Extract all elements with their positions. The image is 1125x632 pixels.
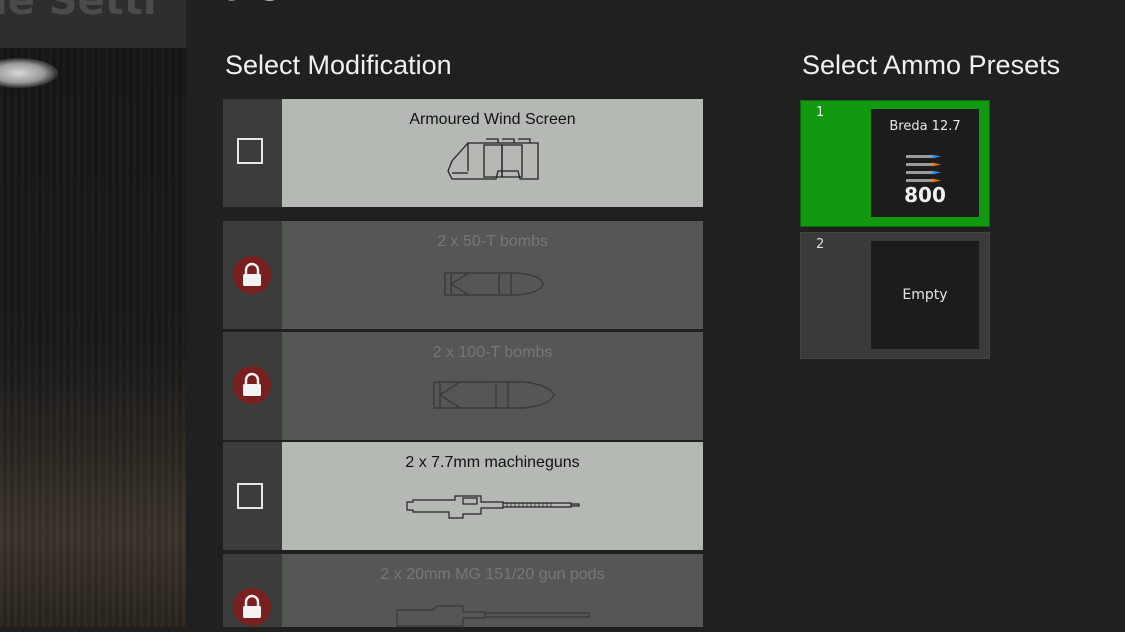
mod-row-20mm-gun-pods[interactable]: 2 x 20mm MG 151/20 gun pods bbox=[223, 554, 703, 627]
lock-icon bbox=[233, 256, 271, 294]
mod-lock-column bbox=[223, 332, 282, 440]
gun-pod-icon bbox=[282, 604, 703, 632]
preset-card: Empty bbox=[871, 241, 979, 349]
mod-checkbox[interactable] bbox=[237, 138, 263, 164]
preset-number: 1 bbox=[816, 105, 825, 120]
background-header-bar: le Setti bbox=[0, 0, 186, 48]
bomb-icon bbox=[282, 380, 703, 414]
mod-label: 2 x 100-T bombs bbox=[432, 344, 553, 361]
panel-title-fragment: p g bbox=[226, 0, 283, 2]
mod-card[interactable]: 2 x 20mm MG 151/20 gun pods bbox=[282, 554, 703, 627]
mod-checkbox-column bbox=[223, 442, 282, 550]
ammo-preset-1[interactable]: 1 Breda 12.7 800 bbox=[800, 100, 990, 227]
mod-label: Armoured Wind Screen bbox=[409, 111, 576, 128]
mod-card[interactable]: Armoured Wind Screen bbox=[282, 99, 703, 207]
machinegun-icon bbox=[282, 492, 703, 524]
mod-row-armoured-wind-screen[interactable]: Armoured Wind Screen bbox=[223, 99, 703, 207]
mod-lock-column bbox=[223, 554, 282, 627]
mod-lock-column bbox=[223, 221, 282, 329]
preset-ammo-count: 800 bbox=[904, 183, 946, 207]
mod-row-50t-bombs[interactable]: 2 x 50-T bombs bbox=[223, 221, 703, 329]
preset-ammo-name: Breda 12.7 bbox=[889, 119, 961, 134]
preset-empty-label: Empty bbox=[902, 287, 948, 303]
preset-card: Breda 12.7 800 bbox=[871, 109, 979, 217]
windscreen-icon bbox=[282, 133, 703, 189]
mod-label: 2 x 20mm MG 151/20 gun pods bbox=[380, 566, 605, 583]
mod-card[interactable]: 2 x 50-T bombs bbox=[282, 221, 703, 329]
mod-row-7-7mm-machineguns[interactable]: 2 x 7.7mm machineguns bbox=[223, 442, 703, 550]
background-scene: le Setti bbox=[0, 0, 186, 627]
mod-checkbox[interactable] bbox=[237, 483, 263, 509]
bomb-icon bbox=[282, 269, 703, 303]
lock-icon bbox=[233, 366, 271, 404]
select-modification-title: Select Modification bbox=[225, 50, 452, 80]
mod-card[interactable]: 2 x 7.7mm machineguns bbox=[282, 442, 703, 550]
mod-label: 2 x 7.7mm machineguns bbox=[405, 454, 580, 471]
preset-number: 2 bbox=[816, 237, 825, 252]
mod-row-100t-bombs[interactable]: 2 x 100-T bombs bbox=[223, 332, 703, 440]
background-title-fragment: le Setti bbox=[0, 0, 157, 24]
mod-checkbox-column bbox=[223, 99, 282, 207]
hangar-lamp bbox=[0, 58, 58, 88]
mod-card[interactable]: 2 x 100-T bombs bbox=[282, 332, 703, 440]
ammo-preset-2[interactable]: 2 Empty bbox=[800, 232, 990, 359]
select-ammo-presets-title: Select Ammo Presets bbox=[802, 50, 1061, 80]
mod-label: 2 x 50-T bombs bbox=[437, 233, 548, 250]
lock-icon bbox=[233, 588, 271, 626]
